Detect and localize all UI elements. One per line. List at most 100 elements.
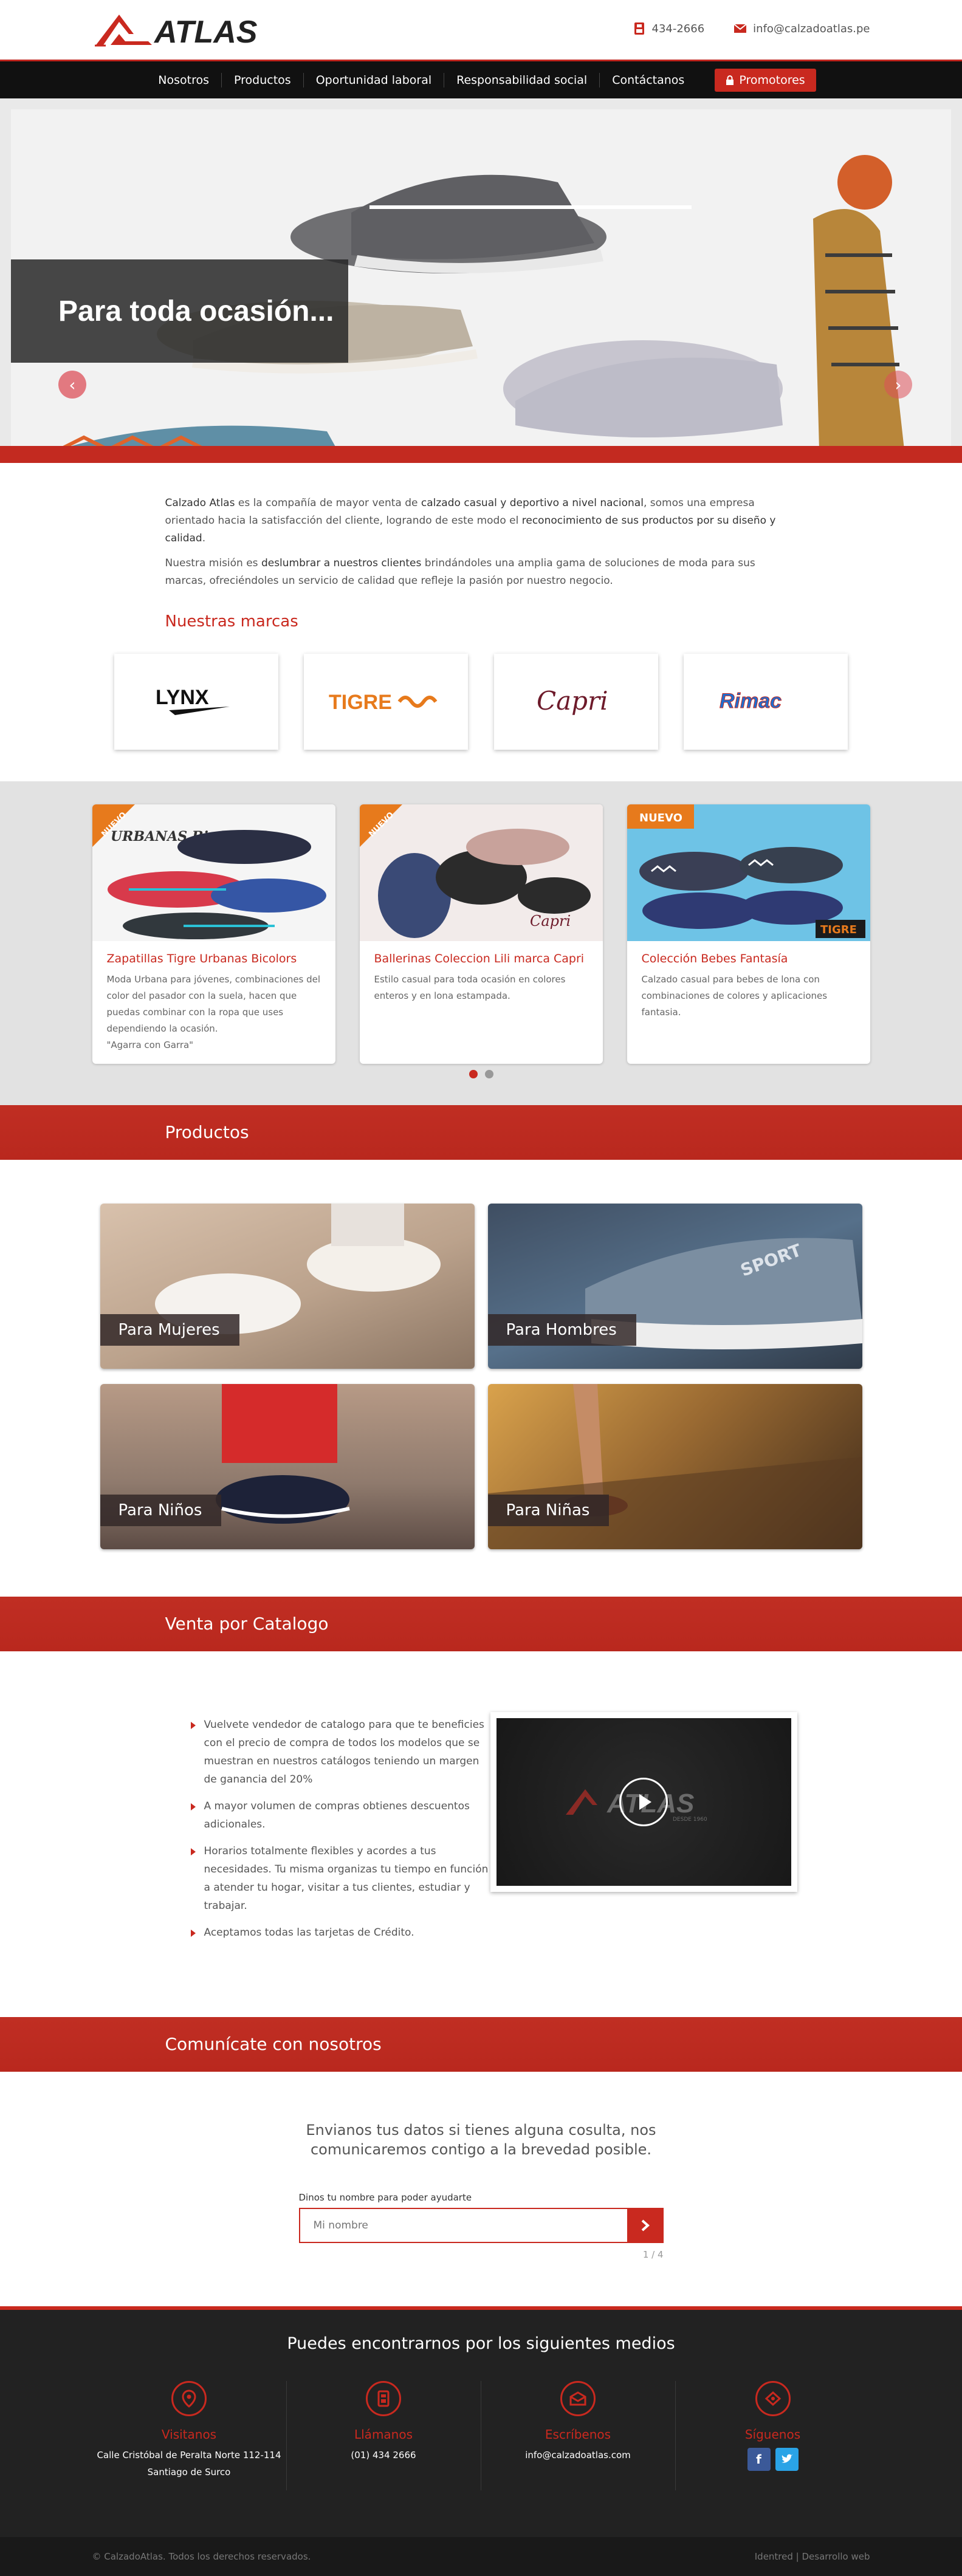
intro-emphasis: calzado casual y deportivo a nivel nacio… [421,497,644,509]
footer: Puedes encontrarnos por los siguientes m… [0,2306,962,2537]
promo-card-title[interactable]: Zapatillas Tigre Urbanas Bicolors [92,941,335,971]
social-links: f [676,2448,870,2471]
footer-email[interactable]: info@calzadoatlas.com [481,2447,675,2464]
promo-card-image: NUEVO Capri [359,804,603,941]
main-nav: Nosotros Productos Oportunidad laboral R… [0,60,962,98]
promo-card[interactable]: NUEVO Capri Ballerinas Coleccion Lili ma… [359,804,603,1064]
hero-next-button[interactable]: › [884,371,912,399]
promo-card-quote: "Agarra con Garra" [106,1040,194,1050]
svg-text:TIGRE: TIGRE [820,923,857,936]
next-step-button[interactable] [627,2209,662,2242]
nav-item-oportunidad-laboral[interactable]: Oportunidad laboral [304,72,445,87]
footer-col-follow: Síguenos f [676,2381,870,2490]
catalog-video[interactable]: ATLAS DESDE 1960 [490,1712,797,1892]
svg-text:ATLAS: ATLAS [153,15,258,47]
svg-text:LYNX: LYNX [156,686,209,709]
brand-lynx[interactable]: LYNX [114,654,278,750]
svg-text:DESDE 1960: DESDE 1960 [673,1817,707,1823]
intro-text: es la compañía de mayor venta de [235,497,421,509]
footer-col-title: Visitanos [161,2427,217,2442]
footer-col-call: Llámanos (01) 434 2666 [287,2381,481,2490]
promo-card-text: Estilo casual para toda ocasión en color… [374,974,566,1001]
promo-card-title[interactable]: Colección Bebes Fantasía [627,941,870,971]
catalog-section: Vuelvete vendedor de catalogo para que t… [0,1651,962,2017]
products-section-bar: Productos [0,1105,962,1160]
phone-number: 434-2666 [651,22,705,35]
svg-text:Capri: Capri [530,913,571,930]
twitter-icon [781,2454,793,2463]
nav-item-productos[interactable]: Productos [222,72,304,87]
nav-item-contactanos[interactable]: Contáctanos [600,73,696,87]
promo-card-text: Moda Urbana para jóvenes, combinaciones … [106,974,321,1034]
contact-section: Envianos tus datos si tienes alguna cosu… [0,2072,962,2306]
promo-card-text: Calzado casual para bebes de lona con co… [641,974,828,1018]
chevron-right-icon: › [895,374,902,395]
footer-address-line2: Santiago de Surco [147,2467,231,2478]
brands-row: LYNX TIGRE Capri Rimac [92,631,870,781]
video-player[interactable]: ATLAS DESDE 1960 [496,1718,791,1886]
chevron-right-icon [641,2219,650,2232]
header-contact: 434-2666 info@calzadoatlas.pe [633,22,870,35]
rimac-logo: Rimac [720,690,782,713]
top-header: ATLAS 434-2666 info@calzadoatlas.pe [0,0,962,60]
copyright-text: © CalzadoAtlas. Todos los derechos reser… [92,2551,311,2562]
facebook-button[interactable]: f [747,2448,771,2471]
share-icon [755,2381,791,2416]
brand-capri[interactable]: Capri [493,654,658,750]
header-email[interactable]: info@calzadoatlas.pe [734,22,870,35]
atlas-logo[interactable]: ATLAS [94,11,289,47]
product-tile-ninas[interactable]: Para Niñas [487,1384,862,1549]
product-tile-label: Para Mujeres [100,1314,239,1346]
facebook-icon: f [756,2452,761,2467]
product-tile-label: Para Niñas [487,1495,610,1526]
phone-icon [366,2381,401,2416]
carousel-dot-2[interactable] [484,1070,493,1078]
promo-card[interactable]: NUEVO TIGRE Colección Bebes Fantasía Cal… [627,804,870,1064]
footer-col-title: Llámanos [354,2427,413,2442]
product-tile-mujeres[interactable]: Para Mujeres [100,1204,475,1369]
intro-paragraph-1: Calzado Atlas es la compañía de mayor ve… [165,495,797,547]
product-tile-hombres[interactable]: SPORT Para Hombres [487,1204,862,1369]
carousel-dot-1[interactable] [469,1070,478,1078]
header-phone[interactable]: 434-2666 [633,22,705,35]
brand-tigre[interactable]: TIGRE [304,654,469,750]
hero-slider: Para toda ocasión... ‹ › [0,98,962,463]
contact-form: Dinos tu nombre para poder ayudarte 1 / … [298,2192,664,2260]
product-tile-label: Para Hombres [487,1314,636,1346]
nav-item-responsabilidad-social[interactable]: Responsabilidad social [444,72,600,87]
lock-icon [726,75,734,85]
hero-caption: Para toda ocasión... [11,259,348,363]
name-input[interactable] [300,2209,627,2242]
list-item: A mayor volumen de compras obtienes desc… [190,1797,491,1834]
intro-section: Calzado Atlas es la compañía de mayor ve… [0,463,962,631]
tigre-logo: TIGRE [329,691,438,714]
svg-text:TIGRE: TIGRE [329,691,392,714]
promo-carousel: NUEVO URBANAS Bicolors Zapatillas Tigre … [0,781,962,1105]
play-button[interactable] [619,1778,668,1826]
catalog-heading: Venta por Catalogo [165,1614,329,1634]
footer-phone[interactable]: (01) 434 2666 [287,2447,481,2464]
twitter-button[interactable] [775,2448,799,2471]
promo-card[interactable]: NUEVO URBANAS Bicolors Zapatillas Tigre … [92,804,335,1064]
lynx-logo: LYNX [156,686,230,715]
intro-emphasis: deslumbrar a nuestros clientes [261,557,422,569]
products-heading: Productos [165,1122,249,1142]
intro-emphasis: Calzado Atlas [165,497,235,509]
intro-paragraph-2: Nuestra misión es deslumbrar a nuestros … [165,555,797,590]
promo-card-title[interactable]: Ballerinas Coleccion Lili marca Capri [360,941,603,971]
hero-prev-button[interactable]: ‹ [58,371,86,399]
envelope-icon [560,2381,596,2416]
brand-rimac[interactable]: Rimac [684,654,848,750]
footer-col-title: Escríbenos [545,2427,611,2442]
nav-item-nosotros[interactable]: Nosotros [146,72,222,87]
promotores-button[interactable]: Promotores [715,68,816,92]
form-step-counter: 1 / 4 [642,2249,664,2260]
developer-credit[interactable]: Identred | Desarrollo web [755,2537,870,2576]
product-tile-ninos[interactable]: Para Niños [100,1384,475,1549]
catalog-benefits-list: Vuelvete vendedor de catalogo para que t… [190,1712,491,1950]
phone-icon [634,22,644,35]
svg-text:Capri: Capri [537,686,608,716]
capri-logo: Capri [537,686,608,716]
svg-text:Rimac: Rimac [720,690,782,713]
envelope-icon [734,24,747,33]
